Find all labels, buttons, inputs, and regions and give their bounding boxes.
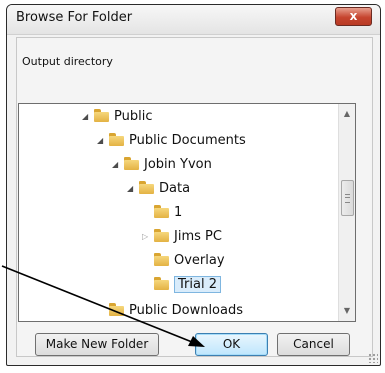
scroll-down-arrow-icon[interactable]: ▼ — [339, 303, 355, 319]
tree-item-label: Public — [114, 109, 153, 124]
dialog-description: Output directory — [22, 55, 113, 68]
tree-item-label: 1 — [174, 205, 183, 220]
tree-item-public-documents[interactable]: ◢ Public Documents — [97, 130, 246, 152]
scroll-up-arrow-icon[interactable]: ▲ — [339, 106, 355, 122]
tree-item-label: Trial 2 — [174, 276, 221, 293]
triangle-down-icon[interactable]: ◢ — [82, 106, 92, 128]
triangle-down-icon[interactable]: ◢ — [97, 130, 107, 152]
folder-icon — [109, 303, 124, 316]
vertical-scrollbar[interactable]: ▲ ▼ — [338, 104, 355, 321]
triangle-down-icon[interactable]: ◢ — [112, 154, 122, 176]
tree-item-trial-2[interactable]: Trial 2 — [142, 274, 221, 296]
scrollbar-thumb[interactable] — [341, 180, 354, 216]
tree-item-public[interactable]: ◢ Public — [82, 106, 152, 128]
tree-item-label: Public Documents — [129, 133, 246, 148]
tree-item-public-downloads[interactable]: Public Downloads — [97, 300, 243, 321]
folder-tree[interactable]: ◢ Public ◢ Public Documents ◢ Jobin Yvon ◢ D… — [18, 103, 356, 322]
folder-icon — [154, 205, 169, 218]
folder-icon — [94, 109, 109, 122]
close-button[interactable]: x — [335, 7, 372, 26]
tree-item-label: Public Downloads — [129, 303, 243, 318]
tree-item-label: Overlay — [174, 253, 225, 268]
folder-icon — [109, 133, 124, 146]
tree-item-label: Data — [159, 181, 191, 196]
tree-item-1[interactable]: 1 — [142, 202, 182, 224]
ok-button[interactable]: OK — [195, 333, 268, 356]
tree-item-label: Jims PC — [174, 229, 222, 244]
folder-icon — [139, 181, 154, 194]
folder-icon — [154, 277, 169, 290]
make-new-folder-button[interactable]: Make New Folder — [35, 333, 159, 356]
folder-icon — [154, 253, 169, 266]
resize-grip[interactable] — [368, 353, 378, 363]
cancel-button[interactable]: Cancel — [277, 333, 350, 356]
folder-icon — [124, 157, 139, 170]
triangle-down-icon[interactable]: ◢ — [127, 178, 137, 200]
dialog-title: Browse For Folder — [16, 10, 133, 25]
title-bar[interactable]: Browse For Folder x — [7, 5, 380, 35]
tree-item-jobin-yvon[interactable]: ◢ Jobin Yvon — [112, 154, 212, 176]
tree-item-label: Jobin Yvon — [144, 157, 212, 172]
grip-icon — [345, 194, 350, 203]
tree-item-jims-pc[interactable]: ▷ Jims PC — [142, 226, 222, 248]
folder-icon — [154, 229, 169, 242]
tree-item-overlay[interactable]: Overlay — [142, 250, 225, 272]
tree-item-data[interactable]: ◢ Data — [127, 178, 190, 200]
triangle-right-icon[interactable]: ▷ — [142, 226, 152, 248]
